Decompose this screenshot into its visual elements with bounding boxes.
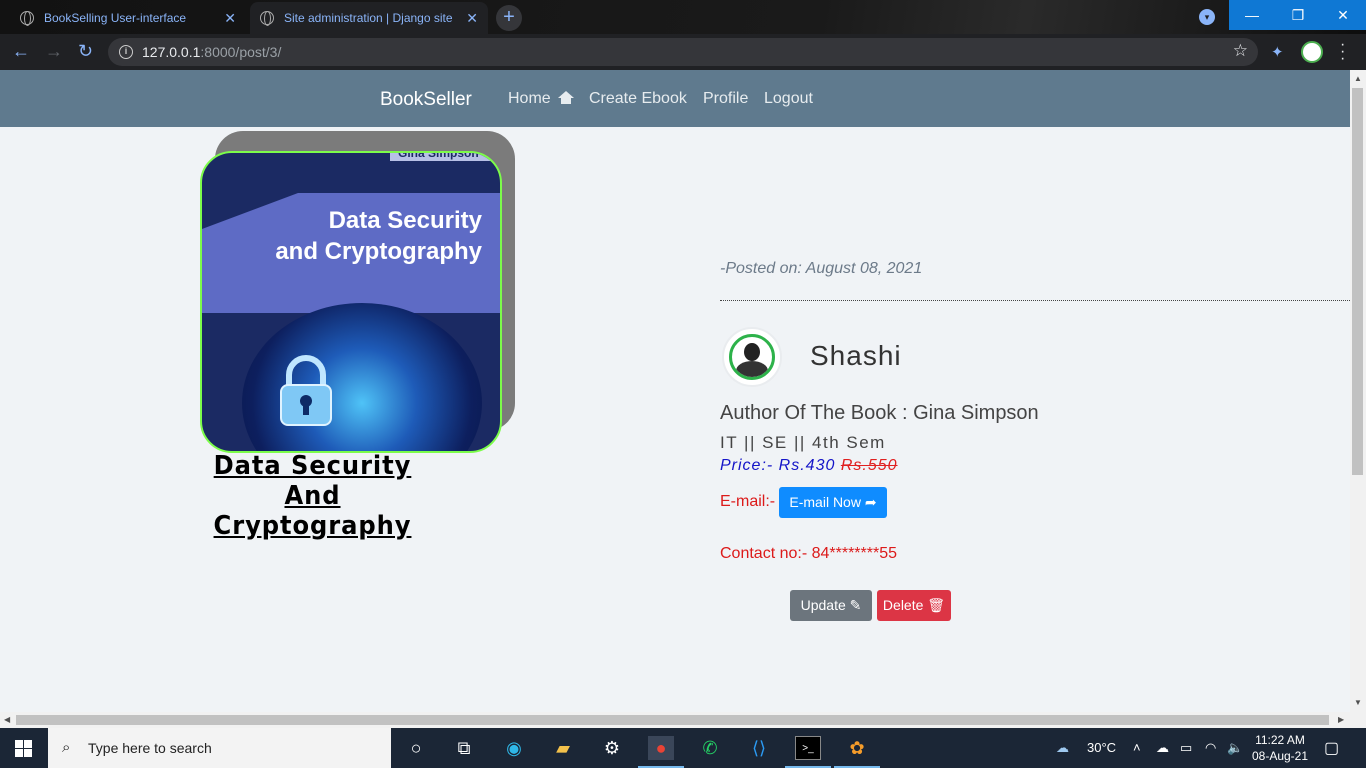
close-tab-icon[interactable]: ✕ (466, 10, 478, 27)
globe-icon (260, 11, 274, 26)
tray-chevron-icon[interactable]: ˄ (1133, 740, 1141, 755)
close-window-button[interactable]: ✕ (1320, 0, 1366, 30)
vertical-scroll-thumb[interactable] (1352, 88, 1363, 475)
browser-tab-strip: BookSelling User-interface ✕ Site admini… (0, 0, 1366, 34)
book-title: Data Security And Cryptography (213, 451, 412, 541)
nav-logout[interactable]: Logout (764, 90, 813, 108)
search-icon: ⌕ (62, 739, 71, 756)
trash-icon: 🗑 (927, 597, 946, 613)
paint-icon[interactable]: ✿ (844, 736, 870, 760)
task-view-icon[interactable]: ⧉ (451, 736, 477, 760)
email-now-label: E-mail Now (789, 494, 861, 510)
cortana-icon[interactable]: ○ (403, 736, 429, 760)
globe-icon (20, 11, 34, 26)
browser-toolbar: ← → ↻ i 127.0.0.1:8000/post/3/ ☆ (0, 34, 1366, 70)
user-avatar[interactable] (722, 327, 782, 387)
share-icon: ➦ (864, 494, 877, 510)
extensions-puzzle-icon[interactable]: ✦ (1271, 43, 1284, 61)
chrome-icon[interactable]: ● (648, 736, 674, 760)
vscode-icon[interactable]: ⟨⟩ (746, 736, 772, 760)
close-tab-icon[interactable]: ✕ (224, 10, 236, 27)
search-placeholder: Type here to search (88, 740, 212, 756)
windows-taskbar: ⌕ Type here to search ○ ⧉ ◉ ▰ ⚙ ● ✆ ⟨⟩ >… (0, 728, 1366, 768)
scroll-left-icon[interactable]: ◀ (4, 715, 10, 724)
email-label: E-mail:- (720, 493, 776, 510)
nav-create-ebook[interactable]: Create Ebook (589, 90, 687, 108)
whatsapp-icon[interactable]: ✆ (697, 736, 723, 760)
address-bar[interactable]: i 127.0.0.1:8000/post/3/ ☆ (108, 38, 1258, 66)
system-clock[interactable]: 11:22 AM 08-Aug-21 (1248, 732, 1312, 764)
posted-date: -Posted on: August 08, 2021 (720, 260, 923, 277)
vertical-scrollbar[interactable]: ▲ ▼ (1350, 70, 1366, 728)
update-label: Update (800, 597, 846, 613)
page-viewport: BookSeller Home Create Ebook Profile Log… (0, 70, 1366, 728)
taskbar-search[interactable]: ⌕ Type here to search (48, 728, 391, 768)
tab-django-admin[interactable]: Site administration | Django site ✕ (250, 2, 488, 34)
nav-profile[interactable]: Profile (703, 90, 748, 108)
contact-number: Contact no:- 84********55 (720, 545, 898, 562)
scroll-down-icon[interactable]: ▼ (1354, 698, 1362, 707)
edge-icon[interactable]: ◉ (501, 736, 527, 760)
new-tab-button[interactable]: + (496, 5, 522, 31)
avatar-body (736, 361, 768, 377)
avatar-head (744, 343, 760, 361)
padlock-icon (280, 355, 332, 426)
battery-icon[interactable]: ▭ (1180, 740, 1192, 756)
forward-icon[interactable]: → (45, 41, 63, 62)
horizontal-scrollbar[interactable]: ◀ ▶ (0, 712, 1350, 728)
cover-title-line1: Data Security (328, 207, 482, 234)
delete-button[interactable]: Delete 🗑 (877, 590, 951, 621)
edit-icon: ✎ (849, 597, 862, 613)
url-text[interactable]: 127.0.0.1:8000/post/3/ (142, 44, 281, 60)
scroll-up-icon[interactable]: ▲ (1354, 74, 1362, 83)
tab-title: Site administration | Django site (284, 11, 453, 25)
scroll-right-icon[interactable]: ▶ (1338, 715, 1344, 724)
update-button[interactable]: Update ✎ (790, 590, 872, 621)
nav-home-label: Home (508, 90, 551, 107)
minimize-button[interactable]: — (1229, 0, 1275, 30)
restore-button[interactable]: ❐ (1275, 0, 1321, 30)
site-navbar: BookSeller Home Create Ebook Profile Log… (0, 70, 1350, 127)
reload-icon[interactable]: ↻ (78, 41, 93, 62)
author-line: Author Of The Book : Gina Simpson (720, 402, 1039, 424)
cover-author: Gina Simpson (390, 153, 500, 161)
username: Shashi (810, 340, 902, 371)
tab-bookselling[interactable]: BookSelling User-interface ✕ (10, 2, 246, 34)
wifi-icon[interactable]: ◠ (1205, 740, 1216, 756)
brand-link[interactable]: BookSeller (380, 89, 472, 111)
onedrive-icon[interactable]: ☁ (1156, 740, 1169, 756)
book-cover-image[interactable]: Gina Simpson Data Security and Cryptogra… (200, 151, 502, 453)
tab-search-icon[interactable]: ▾ (1199, 9, 1215, 25)
clock-time: 11:22 AM (1255, 733, 1305, 747)
delete-label: Delete (882, 597, 924, 613)
profile-avatar-icon[interactable] (1301, 41, 1323, 63)
menu-dots-icon[interactable]: · · · (1340, 37, 1345, 67)
price: Price:- Rs.430 Rs.550 (720, 457, 898, 475)
back-icon[interactable]: ← (12, 41, 30, 62)
divider (720, 300, 1350, 301)
volume-icon[interactable]: 🔈 (1227, 740, 1243, 756)
avatar-ring (729, 334, 775, 380)
home-icon (558, 91, 575, 104)
email-now-button[interactable]: E-mail Now ➦ (779, 487, 887, 518)
notifications-icon[interactable]: ▢ (1324, 738, 1339, 758)
horizontal-scroll-thumb[interactable] (16, 715, 1329, 725)
weather-icon[interactable]: ☁ (1056, 740, 1069, 756)
price-old: Rs.550 (840, 457, 898, 474)
windows-start-icon[interactable] (15, 740, 32, 757)
price-current: Price:- Rs.430 (720, 457, 836, 474)
bookmark-star-icon[interactable]: ☆ (1233, 41, 1248, 61)
terminal-icon[interactable]: >_ (795, 736, 821, 760)
weather-temp[interactable]: 30°C (1087, 740, 1116, 755)
tab-title: BookSelling User-interface (44, 11, 187, 25)
clock-date: 08-Aug-21 (1251, 749, 1309, 763)
settings-gear-icon[interactable]: ⚙ (599, 736, 625, 760)
info-icon[interactable]: i (119, 45, 133, 59)
file-explorer-icon[interactable]: ▰ (550, 736, 576, 760)
nav-home[interactable]: Home (508, 90, 575, 108)
department-line: IT || SE || 4th Sem (720, 433, 886, 452)
cover-title-line2: and Cryptography (275, 238, 482, 265)
